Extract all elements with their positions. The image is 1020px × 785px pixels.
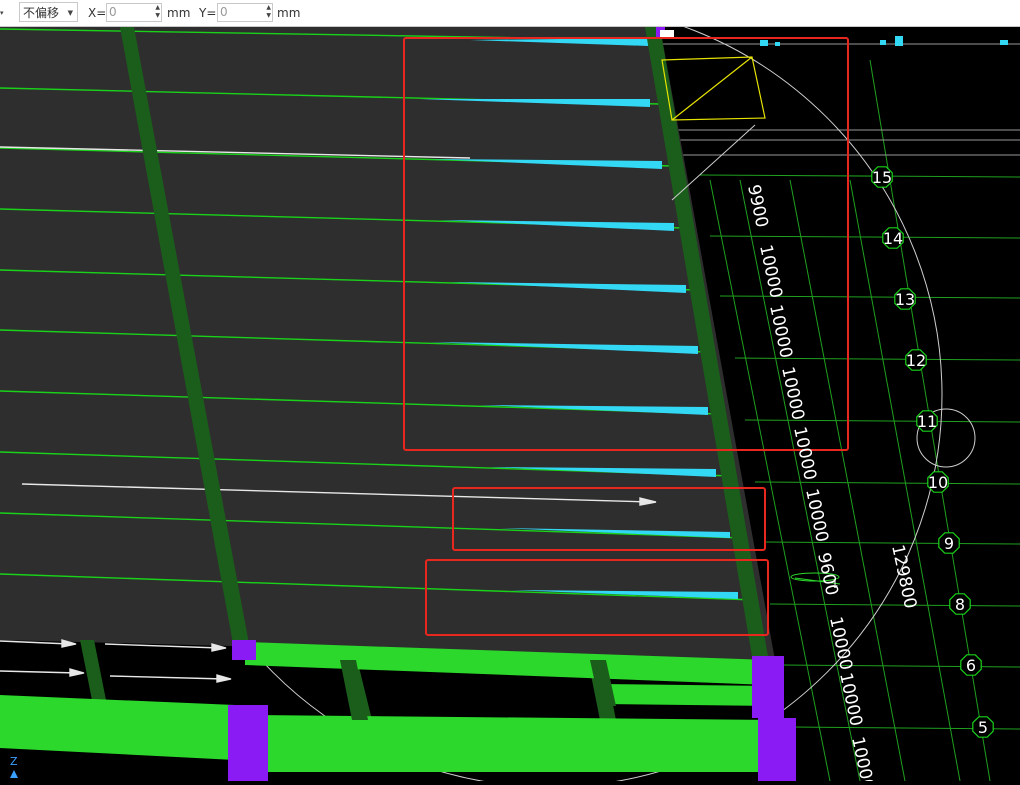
grid-bubble[interactable]: 12 — [905, 349, 927, 371]
grid-number: 8 — [955, 595, 965, 614]
y-offset-input[interactable]: 0 ▲ ▼ — [217, 3, 273, 22]
grid-bubble[interactable]: 10 — [927, 471, 949, 493]
grid-bubble[interactable]: 8 — [949, 593, 971, 615]
y-offset-value: 0 — [220, 5, 228, 19]
y-unit: mm — [277, 6, 301, 20]
x-offset-input[interactable]: 0 ▲ ▼ — [106, 3, 162, 22]
white-marker — [660, 30, 674, 38]
x-unit: mm — [167, 6, 191, 20]
grid-number: 9 — [944, 534, 954, 553]
grid-number: 11 — [917, 412, 937, 431]
spinner-icon[interactable]: ▲ ▼ — [155, 4, 160, 20]
grid-bubble[interactable]: 14 — [882, 227, 904, 249]
offset-dropdown-value: 不偏移 — [23, 6, 60, 20]
toolbar: ▾ 不偏移 ▼ X= 0 ▲ ▼ mm Y= 0 ▲ ▼ mm — [0, 0, 1020, 27]
grid-number: 13 — [895, 290, 915, 309]
z-axis-label: Z — [10, 755, 18, 768]
model-viewport[interactable]: ↓ 9900 10000 10000 10000 10000 10000 9600 10000… — [0, 2, 1020, 785]
offset-dropdown[interactable]: 不偏移 ▼ — [19, 2, 78, 22]
grid-bubble[interactable]: 15 — [871, 166, 893, 188]
grid-number: 15 — [872, 168, 892, 187]
model-canvas[interactable]: ↓ 99001000010000100001000010000960010000… — [0, 2, 1020, 785]
grid-number: 5 — [978, 718, 988, 737]
grid-bubble[interactable]: 5 — [972, 716, 994, 738]
grid-bubble[interactable]: 11 — [916, 410, 938, 432]
y-label: Y= — [199, 6, 217, 20]
grid-number: 10 — [928, 473, 948, 492]
spinner-icon[interactable]: ▲ ▼ — [266, 4, 271, 20]
grid-number: 12 — [906, 351, 926, 370]
chevron-down-icon: ▼ — [67, 9, 73, 17]
grid-bubble[interactable]: 6 — [960, 654, 982, 676]
chevron-down-icon[interactable]: ▾ — [0, 0, 4, 26]
floor-slab[interactable] — [0, 27, 775, 660]
grid-bubble[interactable]: 9 — [938, 532, 960, 554]
grid-number: 6 — [966, 656, 976, 675]
grid-bubble[interactable]: 13 — [894, 288, 916, 310]
x-label: X= — [88, 6, 107, 20]
x-offset-value: 0 — [109, 5, 117, 19]
grid-number: 14 — [883, 229, 903, 248]
